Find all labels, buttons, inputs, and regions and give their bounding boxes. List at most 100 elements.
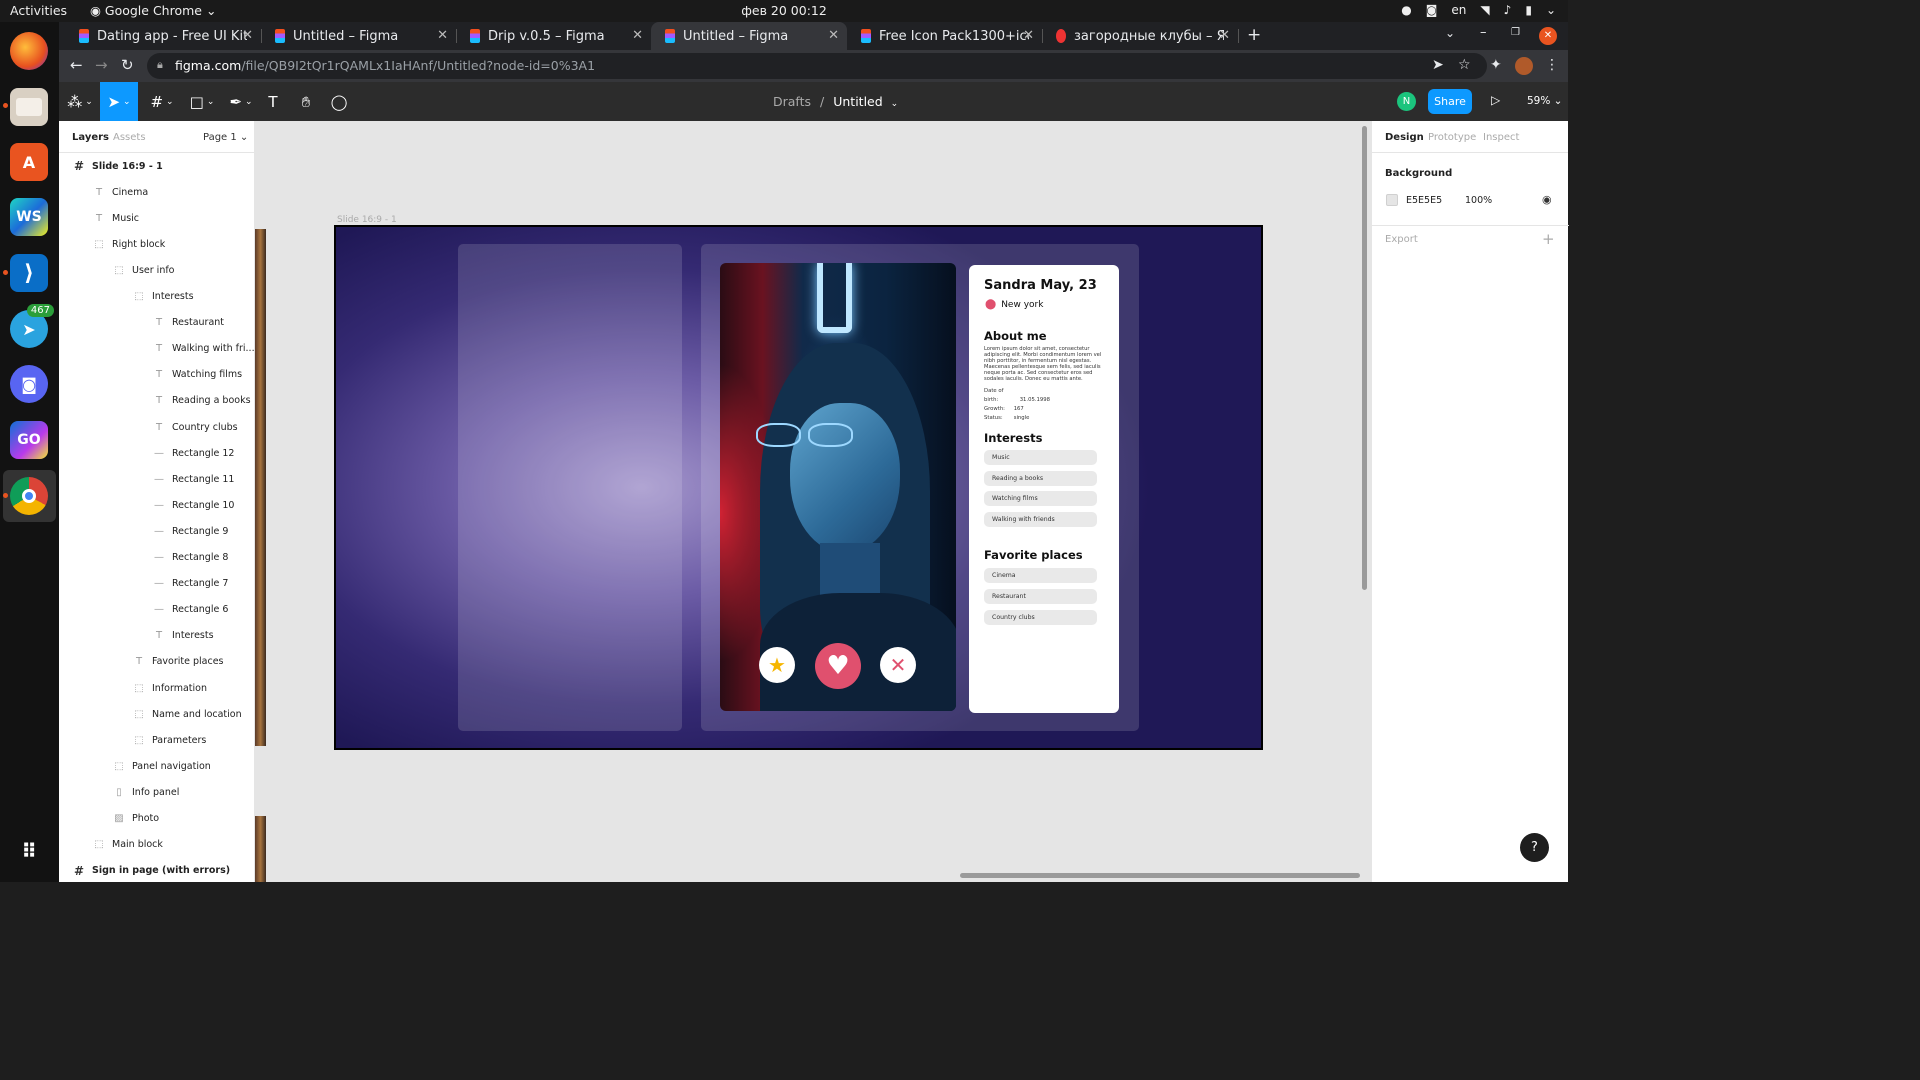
- tab-assets[interactable]: Assets: [113, 132, 146, 143]
- layer-row[interactable]: T Favorite places: [59, 649, 255, 675]
- layer-row[interactable]: ⬚ Information: [59, 675, 255, 701]
- extensions-puzzle-icon[interactable]: ✦: [1490, 57, 1502, 73]
- app-center-icon[interactable]: A: [10, 143, 48, 181]
- interest-chip[interactable]: Music: [984, 450, 1097, 465]
- tab-design[interactable]: Design: [1385, 132, 1424, 143]
- wifi-icon[interactable]: ◥: [1480, 3, 1489, 17]
- address-bar[interactable]: 🔒︎ figma.com/file/QB9I2tQr1rQAMLx1IaHAnf…: [147, 53, 1487, 79]
- language-indicator[interactable]: en: [1451, 3, 1466, 17]
- close-tab-icon[interactable]: ✕: [1023, 28, 1034, 43]
- place-chip[interactable]: Cinema: [984, 568, 1097, 583]
- layer-row[interactable]: T Interests: [59, 623, 255, 649]
- interest-chip[interactable]: Reading a books: [984, 471, 1097, 486]
- dislike-button[interactable]: ✕: [880, 647, 916, 683]
- canvas-vertical-scrollbar[interactable]: [1362, 126, 1367, 590]
- layer-row[interactable]: ▨ Photo: [59, 806, 255, 832]
- send-icon[interactable]: ➤: [1432, 57, 1444, 73]
- layer-row[interactable]: ⬚ Interests: [59, 284, 255, 310]
- background-hex-input[interactable]: E5E5E5: [1406, 195, 1442, 206]
- layer-row[interactable]: T Walking with fri...: [59, 336, 255, 362]
- tab-prototype[interactable]: Prototype: [1428, 132, 1476, 143]
- discord-indicator-icon[interactable]: ◙: [1426, 3, 1438, 17]
- restore-window-icon[interactable]: ❐: [1511, 27, 1520, 38]
- discord-icon[interactable]: ◙: [10, 365, 48, 403]
- tab-search-chevron-icon[interactable]: ⌄: [1445, 26, 1455, 40]
- interest-chip[interactable]: Walking with friends: [984, 512, 1097, 527]
- user-avatar[interactable]: N: [1397, 92, 1416, 111]
- chrome-indicator-icon[interactable]: ●: [1401, 3, 1411, 17]
- slide-frame[interactable]: ★ ♥ ✕ Sandra May, 23 ⬤ New york About me …: [334, 225, 1263, 750]
- file-name[interactable]: Untitled: [833, 94, 882, 109]
- like-button[interactable]: ♥: [815, 643, 861, 689]
- figma-canvas[interactable]: Slide 16:9 - 1 ★ ♥ ✕ Sandra May, 23 ⬤ New…: [255, 121, 1371, 882]
- layer-row[interactable]: T Music: [59, 205, 255, 231]
- canvas-horizontal-scrollbar[interactable]: [960, 873, 1360, 878]
- layer-row[interactable]: ⬚ Right block: [59, 231, 255, 257]
- layer-row[interactable]: ⬚ Name and location: [59, 701, 255, 727]
- battery-icon[interactable]: ▮: [1525, 3, 1532, 17]
- offscreen-frame-edge[interactable]: [255, 229, 266, 746]
- layer-row[interactable]: ⬚ Parameters: [59, 727, 255, 753]
- move-tool-icon[interactable]: ➤ ⌄: [100, 82, 138, 121]
- close-tab-icon[interactable]: ✕: [1219, 28, 1230, 43]
- frame-tool-icon[interactable]: # ⌄: [143, 82, 181, 121]
- close-tab-icon[interactable]: ✕: [828, 28, 839, 43]
- goland-icon[interactable]: GO: [10, 421, 48, 459]
- browser-tab-active[interactable]: Untitled – Figma ✕: [651, 22, 847, 50]
- file-menu-chevron-icon[interactable]: ⌄: [891, 99, 899, 109]
- place-chip[interactable]: Restaurant: [984, 589, 1097, 604]
- layer-row[interactable]: # Sign in page (with errors): [59, 858, 255, 884]
- layer-row[interactable]: T Country clubs: [59, 414, 255, 440]
- chevron-down-icon[interactable]: ⌄: [1546, 3, 1556, 17]
- background-color-swatch[interactable]: [1386, 194, 1398, 206]
- volume-icon[interactable]: ♪: [1504, 3, 1512, 17]
- zoom-dropdown[interactable]: 59% ⌄: [1527, 95, 1562, 107]
- place-chip[interactable]: Country clubs: [984, 610, 1097, 625]
- layer-row[interactable]: ⬚ User info: [59, 257, 255, 283]
- layer-row[interactable]: — Rectangle 12: [59, 440, 255, 466]
- main-block[interactable]: [458, 244, 682, 731]
- webstorm-icon[interactable]: WS: [10, 198, 48, 236]
- show-apps-grid-icon[interactable]: ⠿: [10, 832, 48, 870]
- add-export-plus-icon[interactable]: +: [1542, 230, 1555, 248]
- close-tab-icon[interactable]: ✕: [632, 28, 643, 43]
- info-panel[interactable]: Sandra May, 23 ⬤ New york About me Lorem …: [969, 265, 1119, 713]
- figma-main-menu-icon[interactable]: ⁂ ⌄: [61, 82, 99, 121]
- offscreen-frame-edge[interactable]: [255, 816, 266, 882]
- tab-layers[interactable]: Layers: [72, 132, 109, 143]
- frame-label[interactable]: Slide 16:9 - 1: [337, 215, 397, 225]
- layer-row[interactable]: — Rectangle 8: [59, 545, 255, 571]
- profile-photo[interactable]: ★ ♥ ✕: [720, 263, 956, 711]
- close-tab-icon[interactable]: ✕: [437, 28, 448, 43]
- page-selector[interactable]: Page 1 ⌄: [203, 132, 248, 143]
- telegram-icon[interactable]: ➤ 467: [10, 304, 54, 348]
- reload-icon[interactable]: ↻: [121, 56, 134, 74]
- shape-tool-icon[interactable]: □ ⌄: [183, 82, 221, 121]
- present-play-icon[interactable]: ▷: [1491, 93, 1500, 107]
- layer-row[interactable]: T Restaurant: [59, 310, 255, 336]
- lock-icon[interactable]: 🔒︎: [157, 58, 163, 72]
- chrome-icon[interactable]: [10, 477, 48, 515]
- back-arrow-icon[interactable]: ←: [70, 56, 83, 74]
- star-button[interactable]: ★: [759, 647, 795, 683]
- browser-tab[interactable]: загородные клубы – Янд ✕: [1042, 22, 1239, 50]
- browser-tab[interactable]: Free Icon Pack1300+icons ✕: [847, 22, 1043, 50]
- layer-row[interactable]: — Rectangle 10: [59, 492, 255, 518]
- tab-inspect[interactable]: Inspect: [1483, 132, 1519, 143]
- layer-row[interactable]: — Rectangle 7: [59, 571, 255, 597]
- breadcrumb-drafts[interactable]: Drafts: [773, 94, 811, 109]
- new-tab-button[interactable]: +: [1247, 25, 1261, 45]
- layer-row[interactable]: # Slide 16:9 - 1: [59, 153, 255, 179]
- layer-row[interactable]: — Rectangle 6: [59, 597, 255, 623]
- share-button[interactable]: Share: [1428, 89, 1472, 114]
- firefox-icon[interactable]: [10, 32, 48, 70]
- layer-row[interactable]: — Rectangle 11: [59, 466, 255, 492]
- profile-avatar[interactable]: [1515, 57, 1533, 75]
- layer-row[interactable]: ⬚ Panel navigation: [59, 753, 255, 779]
- right-block[interactable]: ★ ♥ ✕ Sandra May, 23 ⬤ New york About me …: [701, 244, 1139, 731]
- layer-row[interactable]: ⬚ Main block: [59, 832, 255, 858]
- close-window-icon[interactable]: ✕: [1539, 27, 1557, 45]
- files-icon[interactable]: [10, 88, 48, 126]
- layer-row[interactable]: T Watching films: [59, 362, 255, 388]
- forward-arrow-icon[interactable]: →: [95, 56, 108, 74]
